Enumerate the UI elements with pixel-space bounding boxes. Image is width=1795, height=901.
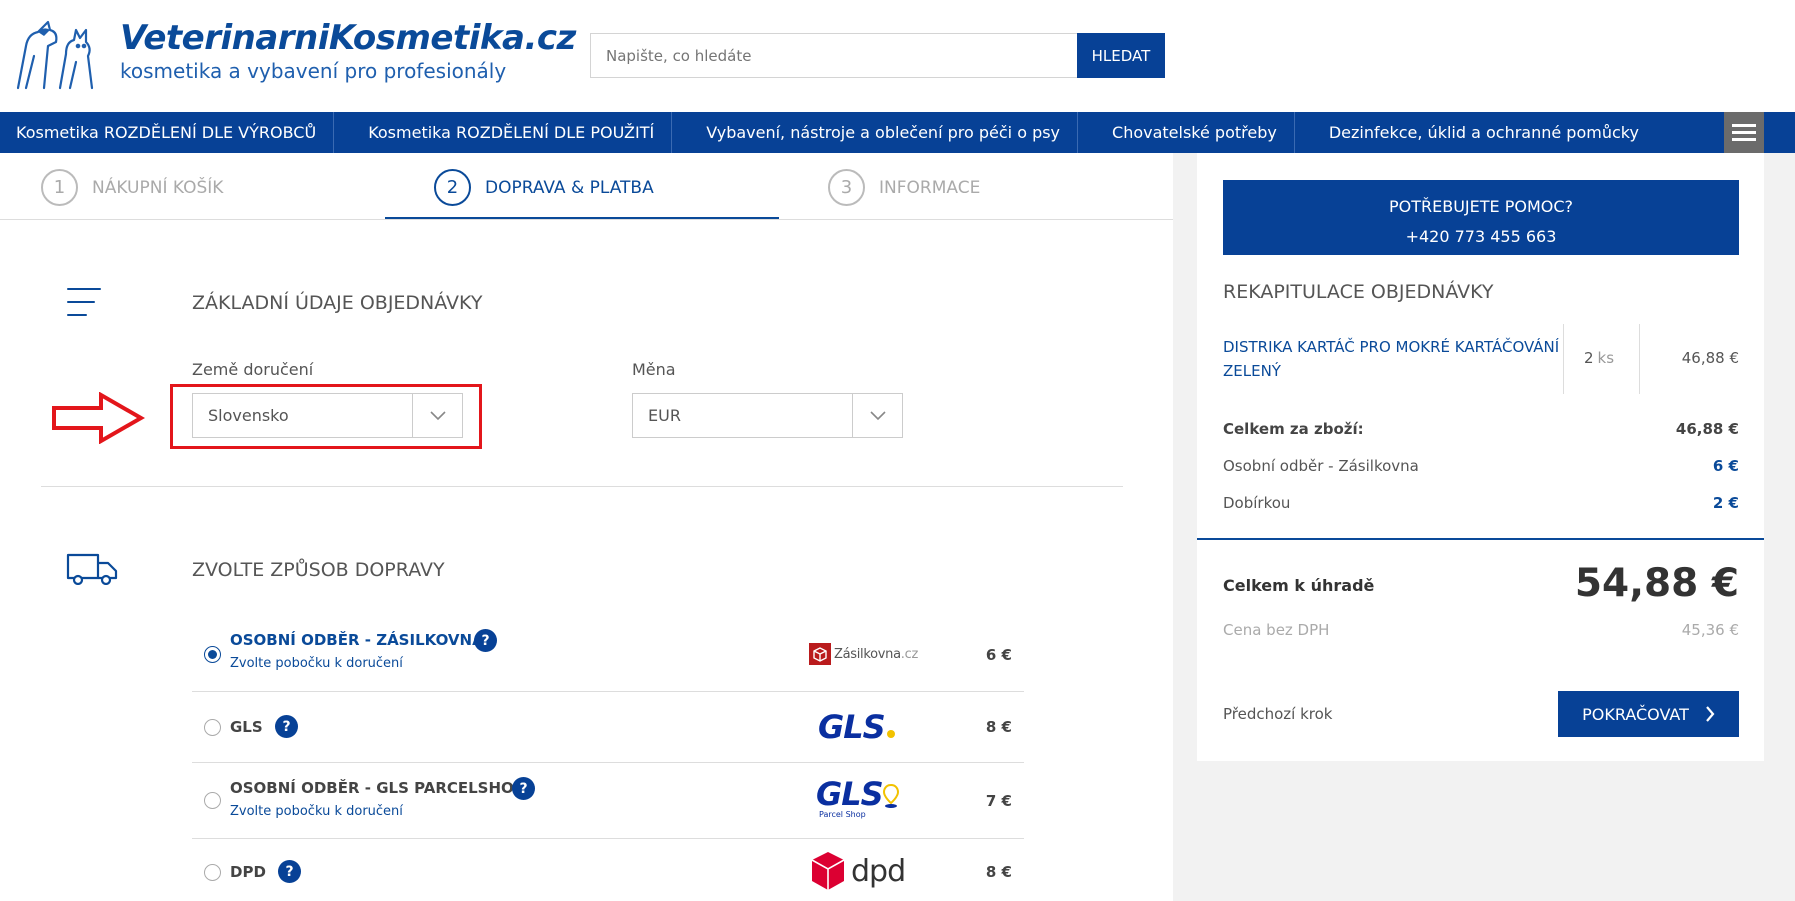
summary-shipping-value: 6 € <box>1712 457 1739 475</box>
summary-shipping-label: Osobní odběr - Zásilkovna <box>1223 457 1419 475</box>
list-lines-icon <box>67 288 101 316</box>
step-number: 2 <box>434 169 471 206</box>
search-input[interactable] <box>590 33 1077 78</box>
zasilkovna-logo-text: Zásilkovna <box>834 646 901 662</box>
section-divider <box>41 486 1123 487</box>
gls-logo: GLS <box>818 710 895 744</box>
step-label: NÁKUPNÍ KOŠÍK <box>92 177 224 198</box>
dpd-logo: dpd <box>810 851 906 891</box>
summary-divider <box>1197 538 1764 540</box>
zasilkovna-logo: Zásilkovna .cz <box>809 643 918 665</box>
shipping-price: 6 € <box>985 646 1012 664</box>
help-question-icon[interactable]: ? <box>275 715 298 738</box>
step-cart[interactable]: 1 NÁKUPNÍ KOŠÍK <box>41 169 223 206</box>
summary-payment-label: Dobírkou <box>1223 494 1291 512</box>
red-arrow-icon <box>52 392 145 444</box>
logo-subtitle: kosmetika a vybavení pro profesionály <box>120 59 507 83</box>
shipping-price: 7 € <box>985 792 1012 810</box>
gls-parcelshop-logo: GLS Parcel Shop <box>816 775 906 819</box>
country-label: Země doručení <box>192 360 314 379</box>
item-separator <box>1563 324 1564 394</box>
nav-item-breeding[interactable]: Chovatelské potřeby <box>1078 112 1295 153</box>
step-shipping-payment[interactable]: 2 DOPRAVA & PLATBA <box>434 169 654 206</box>
item-separator <box>1639 324 1640 394</box>
continue-button[interactable]: POKRAČOVAT <box>1558 691 1739 737</box>
nav-item-usage[interactable]: Kosmetika ROZDĚLENÍ DLE POUŽITÍ <box>334 112 673 153</box>
shipping-option-gls[interactable]: GLS ? GLS 8 € <box>192 692 1024 763</box>
cart-item-qty: 2 ks <box>1584 349 1615 367</box>
shipping-name: OSOBNÍ ODBĚR - ZÁSILKOVNA <box>230 631 484 649</box>
nav-item-equipment[interactable]: Vybavení, nástroje a oblečení pro péči o… <box>672 112 1079 153</box>
step-information[interactable]: 3 INFORMACE <box>828 169 980 206</box>
shipping-option-zasilkovna[interactable]: OSOBNÍ ODBĚR - ZÁSILKOVNA ? Zvolte poboč… <box>192 619 1024 692</box>
currency-label: Měna <box>632 360 676 379</box>
active-step-underline <box>385 217 779 219</box>
shipping-radio[interactable] <box>204 719 221 736</box>
shipping-radio[interactable] <box>204 792 221 809</box>
nav-item-disinfection[interactable]: Dezinfekce, úklid a ochranné pomůcky <box>1295 112 1656 153</box>
main-nav: Kosmetika ROZDĚLENÍ DLE VÝROBCŮ Kosmetik… <box>0 112 1795 153</box>
price-without-vat-value: 45,36 € <box>1681 621 1739 639</box>
nav-item-manufacturers[interactable]: Kosmetika ROZDĚLENÍ DLE VÝROBCŮ <box>0 112 335 153</box>
shipping-name: GLS <box>230 718 263 736</box>
shipping-radio[interactable] <box>204 646 221 663</box>
help-question-icon[interactable]: ? <box>474 629 497 652</box>
shipping-name: OSOBNÍ ODBĚR - GLS PARCELSHOP <box>230 779 525 797</box>
continue-label: POKRAČOVAT <box>1582 704 1689 724</box>
step-label: INFORMACE <box>879 177 981 198</box>
gls-logo-text: GLS <box>816 775 884 813</box>
step-label: DOPRAVA & PLATBA <box>485 177 654 198</box>
shipping-subtext[interactable]: Zvolte pobočku k doručení <box>230 656 403 671</box>
location-pin-icon <box>882 783 899 808</box>
hamburger-menu-icon[interactable] <box>1724 112 1764 153</box>
total-value: 54,88 € <box>1574 561 1739 606</box>
total-label: Celkem k úhradě <box>1223 576 1375 595</box>
currency-value: EUR <box>648 406 681 425</box>
currency-select[interactable]: EUR <box>632 393 903 438</box>
previous-step-link[interactable]: Předchozí krok <box>1223 705 1333 723</box>
summary-goods-label: Celkem za zboží: <box>1223 420 1364 438</box>
logo-title[interactable]: VeterinarniKosmetika.cz <box>120 18 576 58</box>
gls-parcelshop-sub: Parcel Shop <box>819 810 866 819</box>
dpd-cube-icon <box>811 852 845 890</box>
help-question-icon[interactable]: ? <box>278 860 301 883</box>
truck-icon <box>66 553 118 585</box>
dpd-logo-text: dpd <box>851 853 906 889</box>
shipping-subtext[interactable]: Zvolte pobočku k doručení <box>230 804 403 819</box>
shipping-radio[interactable] <box>204 864 221 881</box>
checkout-steps: 1 NÁKUPNÍ KOŠÍK 2 DOPRAVA & PLATBA 3 INF… <box>0 153 1173 220</box>
shipping-title: ZVOLTE ZPŮSOB DOPRAVY <box>192 559 445 581</box>
cart-item-price: 46,88 € <box>1681 349 1739 367</box>
chevron-right-icon <box>1706 706 1715 722</box>
summary-shipping-row: Osobní odběr - Zásilkovna 6 € <box>1223 457 1739 475</box>
gls-dot-icon <box>886 730 895 738</box>
zasilkovna-logo-suffix: .cz <box>900 646 919 662</box>
search-button[interactable]: HLEDAT <box>1077 33 1165 78</box>
summary-goods-row: Celkem za zboží: 46,88 € <box>1223 420 1739 438</box>
summary-goods-value: 46,88 € <box>1675 420 1739 438</box>
shipping-option-dpd[interactable]: DPD ? dpd 8 € <box>192 839 1024 901</box>
recap-title: REKAPITULACE OBJEDNÁVKY <box>1223 281 1494 303</box>
zasilkovna-box-icon <box>809 643 831 665</box>
gls-logo-text: GLS <box>818 708 886 746</box>
logo-dog-cat-icon[interactable] <box>14 16 94 90</box>
help-phone[interactable]: +420 773 455 663 <box>1223 222 1739 252</box>
summary-payment-value: 2 € <box>1712 494 1739 512</box>
price-without-vat-label: Cena bez DPH <box>1223 621 1330 639</box>
summary-payment-row: Dobírkou 2 € <box>1223 494 1739 512</box>
shipping-price: 8 € <box>985 718 1012 736</box>
basic-data-title: ZÁKLADNÍ ÚDAJE OBJEDNÁVKY <box>192 292 483 314</box>
step-number: 1 <box>41 169 78 206</box>
help-question-icon[interactable]: ? <box>512 777 535 800</box>
cart-item-name[interactable]: DISTRIKA KARTÁČ PRO MOKRÉ KARTÁČOVÁNÍ ZE… <box>1223 335 1563 383</box>
highlight-box <box>170 384 482 449</box>
shipping-option-gls-parcelshop[interactable]: OSOBNÍ ODBĚR - GLS PARCELSHOP ? Zvolte p… <box>192 763 1024 839</box>
step-number: 3 <box>828 169 865 206</box>
shipping-name: DPD <box>230 863 266 881</box>
shipping-price: 8 € <box>985 863 1012 881</box>
help-box[interactable]: POTŘEBUJETE POMOC? +420 773 455 663 <box>1223 180 1739 255</box>
help-title: POTŘEBUJETE POMOC? <box>1388 197 1574 216</box>
chevron-down-icon <box>852 394 902 437</box>
